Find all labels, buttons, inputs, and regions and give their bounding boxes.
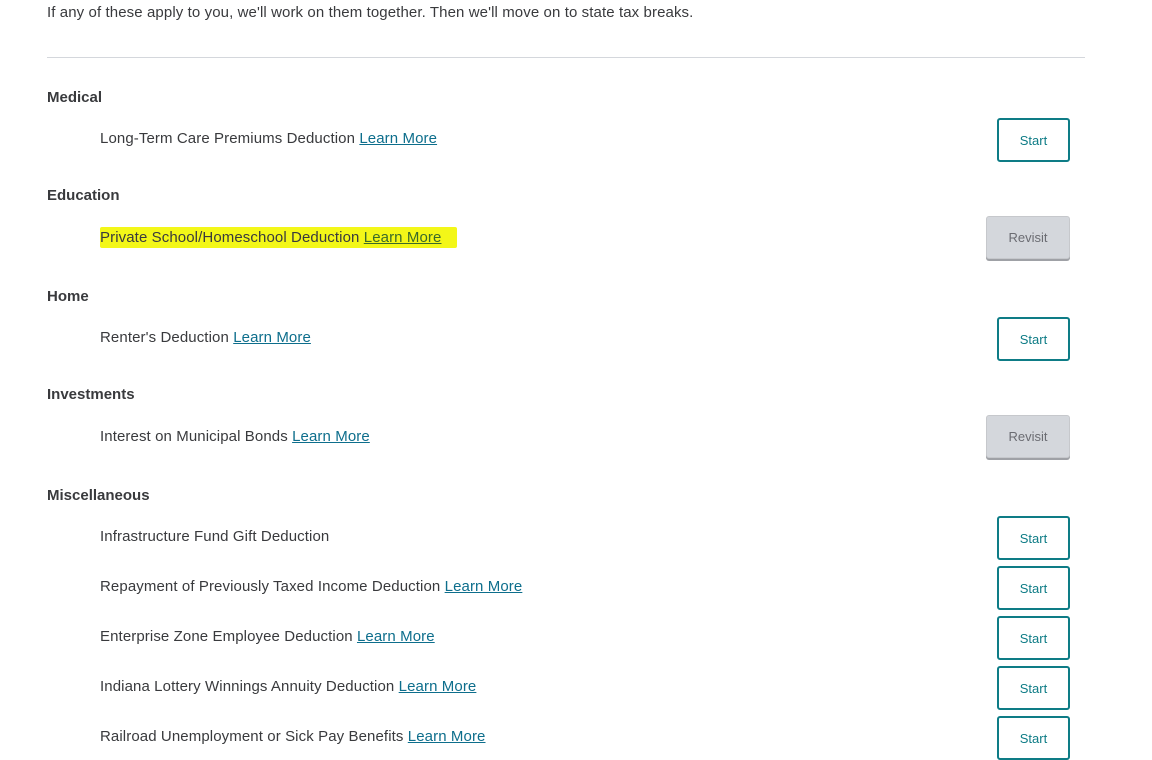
start-button[interactable]: Start	[997, 716, 1070, 760]
start-button[interactable]: Start	[997, 516, 1070, 560]
deduction-item: Renter's Deduction Learn More	[100, 329, 311, 346]
deduction-item: Interest on Municipal Bonds Learn More	[100, 428, 370, 445]
learn-more-link[interactable]: Learn More	[364, 229, 442, 246]
learn-more-link[interactable]: Learn More	[399, 678, 477, 695]
deduction-label: Repayment of Previously Taxed Income Ded…	[100, 578, 441, 595]
divider	[47, 57, 1085, 58]
start-button[interactable]: Start	[997, 616, 1070, 660]
learn-more-link[interactable]: Learn More	[359, 130, 437, 147]
deduction-label: Private School/Homeschool Deduction	[100, 229, 360, 246]
deduction-label: Enterprise Zone Employee Deduction	[100, 628, 353, 645]
category-heading: Home	[47, 288, 89, 305]
learn-more-link[interactable]: Learn More	[445, 578, 523, 595]
deduction-label: Renter's Deduction	[100, 329, 229, 346]
deduction-item: Railroad Unemployment or Sick Pay Benefi…	[100, 728, 486, 745]
revisit-button[interactable]: Revisit	[986, 216, 1070, 259]
deduction-item: Infrastructure Fund Gift Deduction	[100, 528, 329, 545]
start-button[interactable]: Start	[997, 566, 1070, 610]
category-heading: Miscellaneous	[47, 487, 150, 504]
category-heading: Investments	[47, 386, 135, 403]
learn-more-link[interactable]: Learn More	[292, 428, 370, 445]
learn-more-link[interactable]: Learn More	[233, 329, 311, 346]
learn-more-link[interactable]: Learn More	[357, 628, 435, 645]
deduction-label: Interest on Municipal Bonds	[100, 428, 288, 445]
intro-text: If any of these apply to you, we'll work…	[47, 4, 694, 21]
category-heading: Medical	[47, 89, 103, 106]
deduction-label: Indiana Lottery Winnings Annuity Deducti…	[100, 678, 395, 695]
deduction-label: Long-Term Care Premiums Deduction	[100, 130, 356, 147]
deduction-item: Repayment of Previously Taxed Income Ded…	[100, 578, 522, 595]
revisit-button[interactable]: Revisit	[986, 415, 1070, 458]
category-heading: Education	[47, 187, 120, 204]
deduction-item: Long-Term Care Premiums Deduction Learn …	[100, 130, 437, 147]
learn-more-link[interactable]: Learn More	[408, 728, 486, 745]
deduction-item-highlighted: Private School/Homeschool Deduction Lear…	[100, 227, 458, 248]
deduction-item: Enterprise Zone Employee Deduction Learn…	[100, 628, 435, 645]
deduction-item: Indiana Lottery Winnings Annuity Deducti…	[100, 678, 476, 695]
deduction-label: Infrastructure Fund Gift Deduction	[100, 528, 330, 545]
deduction-label: Railroad Unemployment or Sick Pay Benefi…	[100, 728, 404, 745]
start-button[interactable]: Start	[997, 317, 1070, 361]
state-deductions-page: If any of these apply to you, we'll work…	[0, 0, 1152, 760]
start-button[interactable]: Start	[997, 118, 1070, 162]
start-button[interactable]: Start	[997, 666, 1070, 710]
